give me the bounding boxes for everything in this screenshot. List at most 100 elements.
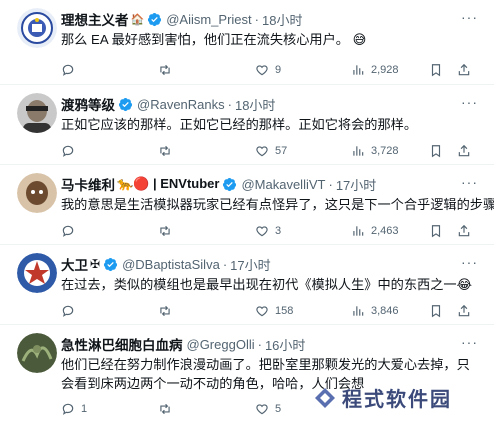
timestamp[interactable]: 18小时 <box>262 10 302 29</box>
reply-icon <box>62 403 74 415</box>
avatar[interactable] <box>17 253 57 293</box>
views-button[interactable]: 2,463 <box>351 224 399 238</box>
bookmark-button[interactable] <box>429 63 443 77</box>
analytics-icon <box>353 306 364 316</box>
retweet-button[interactable] <box>158 224 178 238</box>
share-icon <box>458 304 470 317</box>
like-button[interactable]: 3 <box>255 224 281 238</box>
view-count: 3,728 <box>371 145 399 157</box>
share-button[interactable] <box>457 304 471 318</box>
verified-badge-icon <box>118 97 133 111</box>
separator-dot: · <box>227 96 232 112</box>
retweet-icon <box>160 225 170 237</box>
view-count: 3,846 <box>371 305 399 317</box>
more-options-icon[interactable]: ··· <box>461 334 478 350</box>
tweet[interactable]: 马卡维利 🐆🔴 | ENVtuber @MakavelliVT · 17小时 ·… <box>0 165 494 245</box>
user-handle[interactable]: @MakavelliVT <box>241 177 325 192</box>
tweet-text: 那么 EA 最好感到害怕，他们正在流失核心用户。 😅 <box>61 32 367 47</box>
bookmark-icon <box>431 225 441 238</box>
retweet-button[interactable] <box>158 304 178 318</box>
name-emoji: 🏠 <box>130 13 145 26</box>
reply-button[interactable] <box>61 304 81 318</box>
like-count: 9 <box>275 64 282 76</box>
retweet-icon <box>160 64 170 76</box>
analytics-icon <box>353 226 364 236</box>
timestamp[interactable]: 18小时 <box>235 95 275 114</box>
laughing-emoji: 😂 <box>456 277 473 292</box>
retweet-icon <box>160 305 170 317</box>
avatar[interactable] <box>17 8 57 48</box>
display-name[interactable]: 急性淋巴细胞白血病 <box>61 334 183 354</box>
heart-icon <box>256 404 268 415</box>
like-count: 158 <box>275 305 294 317</box>
timestamp[interactable]: 17小时 <box>336 175 376 194</box>
views-button[interactable]: 3,728 <box>351 144 399 158</box>
retweet-button[interactable] <box>158 63 178 77</box>
more-options-icon[interactable]: ··· <box>461 9 478 25</box>
tweet-text: 正如它应该的那样。正如它已经的那样。正如它将会的那样。 <box>61 117 418 132</box>
heart-icon <box>256 226 268 237</box>
name-suffix: 🐆🔴 | ENVtuber <box>117 176 220 191</box>
more-options-icon[interactable]: ··· <box>461 174 478 190</box>
separator-dot: · <box>328 176 333 192</box>
bookmark-button[interactable] <box>429 304 443 318</box>
avatar[interactable] <box>17 333 57 373</box>
views-button[interactable]: 3,846 <box>351 304 399 318</box>
reply-button[interactable]: 1 <box>61 402 87 416</box>
reply-button[interactable] <box>61 144 81 158</box>
heart-icon <box>256 65 268 76</box>
avatar[interactable] <box>17 93 57 133</box>
like-count: 57 <box>275 145 288 157</box>
verified-badge-icon <box>103 257 118 271</box>
display-name[interactable]: 大卫 <box>61 254 88 274</box>
like-button[interactable]: 9 <box>255 63 281 77</box>
more-options-icon[interactable]: ··· <box>461 94 478 110</box>
tweet-feed: 理想主义者 🏠 @Aiism_Priest · 18小时 ··· 那么 EA 最… <box>0 0 494 423</box>
tweet-text: 我的意思是生活模拟器玩家已经有点怪异了，这只是下一个合乎逻辑的步骤 <box>61 197 494 212</box>
like-button[interactable]: 57 <box>255 144 287 158</box>
bookmark-icon <box>431 64 441 77</box>
tweet[interactable]: 理想主义者 🏠 @Aiism_Priest · 18小时 ··· 那么 EA 最… <box>0 0 494 85</box>
analytics-icon <box>353 146 364 156</box>
separator-dot: · <box>254 11 259 27</box>
avatar[interactable] <box>17 173 57 213</box>
tweet[interactable]: 渡鸦等级 @RavenRanks · 18小时 ··· 正如它应该的那样。正如它… <box>0 85 494 165</box>
reply-icon <box>62 145 74 157</box>
share-icon <box>458 63 470 76</box>
display-name[interactable]: 马卡维利 <box>61 174 115 194</box>
tweet-text: 在过去，类似的模组也是最早出现在初代《模拟人生》中的东西之一😂 <box>61 277 473 292</box>
timestamp[interactable]: 17小时 <box>230 255 270 274</box>
separator-dot: · <box>257 336 262 352</box>
share-button[interactable] <box>457 144 471 158</box>
like-button[interactable]: 5 <box>255 402 281 416</box>
like-count: 3 <box>275 225 282 237</box>
like-button[interactable]: 158 <box>255 304 293 318</box>
watermark-text: 程式软件园 <box>342 389 452 411</box>
retweet-button[interactable] <box>158 144 178 158</box>
retweet-button[interactable] <box>158 402 178 416</box>
display-name[interactable]: 理想主义者 <box>61 9 129 29</box>
bookmark-button[interactable] <box>429 144 443 158</box>
tweet[interactable]: 大卫 ✠ @DBaptistaSilva · 17小时 ··· 在过去，类似的模… <box>0 245 494 325</box>
sweat-smile-emoji: 😅 <box>352 32 367 47</box>
reply-button[interactable] <box>61 224 81 238</box>
reply-icon <box>62 64 74 76</box>
watermark-logo-icon <box>315 387 335 408</box>
user-handle[interactable]: @Aiism_Priest <box>166 12 251 27</box>
verified-badge-icon <box>223 177 237 191</box>
user-handle[interactable]: @RavenRanks <box>137 97 225 112</box>
bookmark-icon <box>431 145 441 158</box>
more-options-icon[interactable]: ··· <box>461 254 478 270</box>
user-handle[interactable]: @DBaptistaSilva <box>122 257 220 272</box>
views-button[interactable]: 2,928 <box>351 63 399 77</box>
share-button[interactable] <box>457 224 471 238</box>
share-button[interactable] <box>457 63 471 77</box>
timestamp[interactable]: 16小时 <box>265 335 305 354</box>
retweet-icon <box>160 145 170 157</box>
heart-icon <box>256 306 268 317</box>
user-handle[interactable]: @GreggOlli <box>187 337 255 352</box>
display-name[interactable]: 渡鸦等级 <box>61 94 115 114</box>
analytics-icon <box>353 65 364 75</box>
bookmark-button[interactable] <box>429 224 443 238</box>
reply-button[interactable] <box>61 63 81 77</box>
